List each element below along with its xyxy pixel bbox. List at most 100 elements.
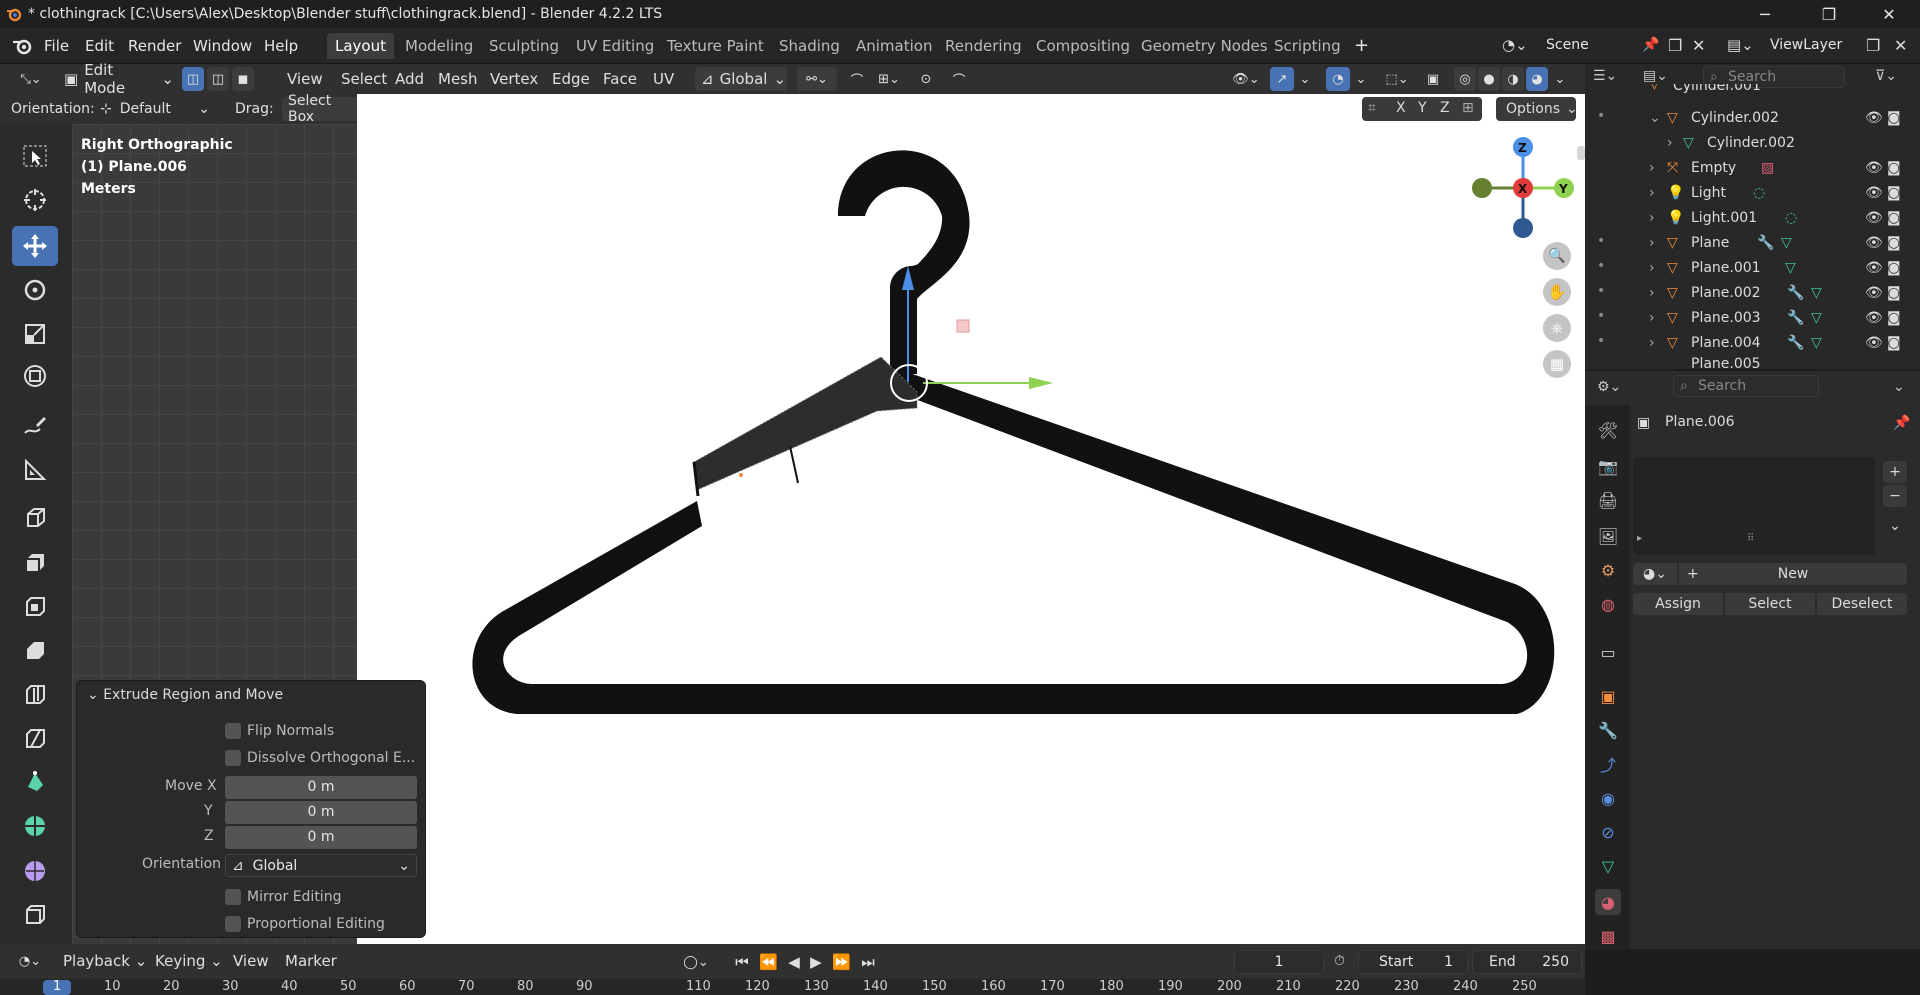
wireframe-shading-icon[interactable]: ◎ [1454, 67, 1476, 91]
shear-tool-icon[interactable] [12, 894, 58, 934]
data-tab-icon[interactable]: ▽ [1595, 853, 1621, 879]
measure-tool-icon[interactable] [12, 450, 58, 490]
new-scene-icon[interactable]: ❐ [1668, 36, 1688, 56]
menu-vertex[interactable]: Vertex [485, 67, 543, 91]
axis-x-toggle[interactable]: X [1396, 100, 1406, 116]
delete-scene-icon[interactable]: ✕ [1692, 36, 1712, 56]
eye-icon[interactable]: 👁 [1865, 160, 1883, 176]
new-viewlayer-icon[interactable]: ❐ [1866, 36, 1880, 55]
outliner-row[interactable]: › 💡 Light.001 ◌ 👁 ◙ [1585, 206, 1920, 231]
outliner-row[interactable]: • › ▽ Plane.004 🔧 ▽ 👁 ◙ [1585, 331, 1920, 356]
axis-z-toggle[interactable]: Z [1440, 100, 1450, 116]
xray-icon[interactable]: ▣ [1422, 67, 1444, 91]
viewport-scrollbar[interactable] [1577, 146, 1585, 160]
outliner-row[interactable]: Plane.005 [1585, 356, 1920, 368]
inset-tool-icon[interactable] [12, 586, 58, 626]
tab-compositing[interactable]: Compositing [1028, 33, 1138, 59]
expand-chevron-icon[interactable]: › [1649, 260, 1655, 276]
collection-tab-icon[interactable]: ▭ [1595, 639, 1621, 665]
tab-shading[interactable]: Shading [771, 33, 848, 59]
face-select-icon[interactable]: ◼ [232, 67, 254, 91]
menu-edge[interactable]: Edge [547, 67, 595, 91]
gizmo-y-label[interactable]: Y [1558, 182, 1568, 196]
overlay-toggle-icon[interactable]: ◔ [1326, 67, 1350, 91]
mirror-editing-checkbox[interactable] [225, 889, 241, 905]
world-tab-icon[interactable]: ◍ [1595, 591, 1621, 617]
gizmo-dropdown-icon[interactable]: ⌄ [1296, 67, 1314, 91]
start-frame-field[interactable]: Start 1 [1358, 950, 1468, 974]
snap-target-icon[interactable]: ⊞⌄ [869, 67, 909, 91]
camera-icon[interactable]: ◙ [1887, 110, 1901, 126]
eye-icon[interactable]: 👁 [1865, 260, 1883, 276]
poly-build-tool-icon[interactable] [12, 762, 58, 802]
material-tab-icon[interactable]: ◕ [1595, 889, 1621, 915]
outliner-row[interactable]: • ⌄ ▽ Cylinder.002 👁 ◙ [1585, 106, 1920, 131]
texture-tab-icon[interactable]: ▩ [1595, 923, 1621, 949]
move-x-field[interactable]: 0 m [225, 776, 417, 799]
tab-animation[interactable]: Animation [848, 33, 940, 59]
move-z-field[interactable]: 0 m [225, 826, 417, 849]
viewlayer-browse-icon[interactable]: ▤⌄ [1727, 36, 1757, 56]
tool-tab-icon[interactable]: 🛠 [1595, 417, 1621, 443]
edge-select-icon[interactable]: ◫ [207, 67, 229, 91]
particles-tab-icon[interactable]: ⤴ [1595, 751, 1621, 777]
menu-mesh[interactable]: Mesh [433, 67, 483, 91]
pivot-point-icon[interactable]: ⚯⌄ [797, 67, 837, 91]
outliner-row[interactable]: • › ▽ Plane.003 🔧 ▽ 👁 ◙ [1585, 306, 1920, 331]
view-layer-tab-icon[interactable]: 🖼 [1595, 523, 1621, 549]
eye-icon[interactable]: 👁 [1865, 335, 1883, 351]
solid-shading-icon[interactable]: ● [1478, 67, 1500, 91]
tab-uv-editing[interactable]: UV Editing [568, 33, 662, 59]
expand-chevron-icon[interactable]: › [1649, 210, 1655, 226]
next-keyframe-icon[interactable]: ⏩ [832, 953, 851, 971]
outliner-row[interactable]: • › ▽ Plane.002 🔧 ▽ 👁 ◙ [1585, 281, 1920, 306]
physics-tab-icon[interactable]: ◉ [1595, 785, 1621, 811]
expand-chevron-icon[interactable]: › [1649, 235, 1655, 251]
add-group-button[interactable]: + [1883, 461, 1907, 483]
menu-timeline-view[interactable]: View [228, 949, 274, 973]
remove-group-button[interactable]: − [1883, 485, 1907, 507]
mesh-edit-overlay-icon[interactable]: ⬚⌄ [1378, 67, 1416, 91]
menu-uv[interactable]: UV [648, 67, 679, 91]
menu-window[interactable]: Window [187, 34, 258, 58]
camera-view-icon[interactable]: ⎈ [1543, 314, 1571, 342]
assign-button[interactable]: Assign [1633, 593, 1723, 615]
output-tab-icon[interactable]: 🖨 [1595, 487, 1621, 513]
shading-dropdown-icon[interactable]: ⌄ [1550, 67, 1570, 91]
outliner-row[interactable]: ▽ Cylinder.001 [1585, 84, 1920, 100]
new-material-button[interactable]: + New [1679, 563, 1907, 585]
move-tool-icon[interactable] [12, 226, 58, 266]
menu-help[interactable]: Help [258, 34, 304, 58]
tab-geometry-nodes[interactable]: Geometry Nodes [1133, 33, 1276, 59]
menu-select[interactable]: Select [336, 67, 392, 91]
camera-icon[interactable]: ◙ [1887, 235, 1901, 251]
play-reverse-icon[interactable]: ◀ [788, 953, 800, 971]
prev-keyframe-icon[interactable]: ⏪ [759, 953, 778, 971]
tab-sculpting[interactable]: Sculpting [481, 33, 567, 59]
eye-icon[interactable]: 👁 [1865, 210, 1883, 226]
falloff-icon[interactable]: ⌒ [939, 67, 979, 91]
overlay-dropdown-icon[interactable]: ⌄ [1352, 67, 1370, 91]
properties-editor-icon[interactable]: ⚙⌄ [1597, 379, 1621, 395]
constraints-tab-icon[interactable]: ⊘ [1595, 819, 1621, 845]
hanger-mesh[interactable]: Z X Y [357, 94, 1585, 944]
outliner-row[interactable]: › 💡 Light ◌ 👁 ◙ [1585, 181, 1920, 206]
play-icon[interactable]: ▶ [810, 953, 822, 971]
orientation-dropdown[interactable]: ⊹ Default ⌄ [96, 97, 216, 121]
orientation-select[interactable]: ⊿ Global ⌄ [225, 854, 417, 877]
smooth-tool-icon[interactable] [12, 850, 58, 890]
gizmo-x-label[interactable]: X [1518, 182, 1528, 196]
object-tab-icon[interactable]: ▣ [1595, 683, 1621, 709]
pin-icon[interactable]: 📌 [1642, 37, 1659, 53]
list-resize-handle[interactable]: ⠿ [1747, 533, 1754, 544]
bevel-tool-icon[interactable] [12, 630, 58, 670]
panel-dropdown-icon[interactable]: ⌄ [1893, 379, 1905, 395]
axis-y-toggle[interactable]: Y [1418, 100, 1427, 116]
camera-icon[interactable]: ◙ [1887, 335, 1901, 351]
move-y-field[interactable]: 0 m [225, 801, 417, 824]
menu-add[interactable]: Add [390, 67, 429, 91]
expand-chevron-icon[interactable]: › [1649, 160, 1655, 176]
menu-playback[interactable]: Playback ⌄ [58, 949, 152, 973]
mirror-icon[interactable]: ⌗ [1368, 100, 1376, 116]
scene-browse-icon[interactable]: ◔⌄ [1502, 36, 1532, 56]
